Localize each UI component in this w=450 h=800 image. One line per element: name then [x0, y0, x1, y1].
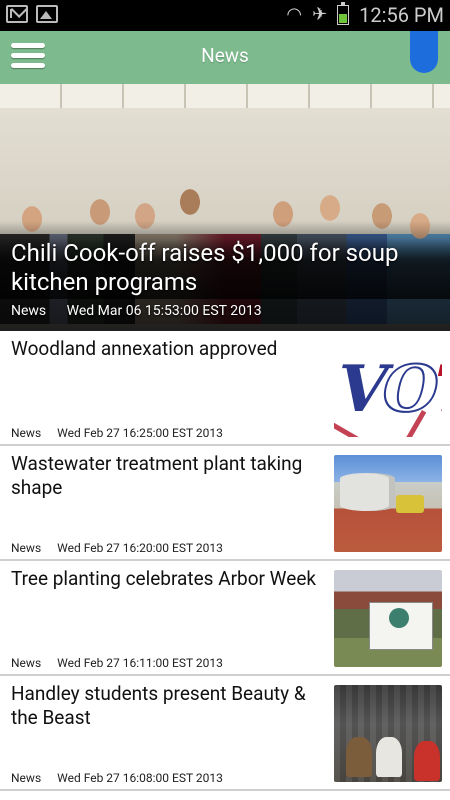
article-source: News — [11, 656, 42, 670]
article-thumbnail-vote: VOT — [334, 340, 442, 437]
article-list: Woodland annexation approved News Wed Fe… — [0, 331, 450, 791]
article-item[interactable]: Handley students present Beauty & the Be… — [0, 676, 450, 791]
featured-article-date: Wed Mar 06 15:53:00 EST 2013 — [66, 303, 262, 319]
gallery-icon — [36, 5, 58, 23]
article-source: News — [11, 426, 42, 440]
system-icons: ◠ ✈ 12:56 PM — [286, 2, 444, 27]
featured-article-source: News — [11, 303, 47, 319]
article-date: Wed Feb 27 16:25:00 EST 2013 — [57, 426, 223, 440]
article-title: Wastewater treatment plant taking shape — [11, 452, 303, 499]
article-item[interactable]: Tree planting celebrates Arbor Week News… — [0, 561, 450, 676]
article-source: News — [11, 541, 42, 555]
article-item[interactable]: Wastewater treatment plant taking shape … — [0, 446, 450, 561]
article-title: Woodland annexation approved — [11, 337, 278, 360]
article-thumbnail-tree-planting — [334, 570, 442, 667]
article-date: Wed Feb 27 16:20:00 EST 2013 — [57, 541, 223, 555]
battery-icon — [337, 2, 350, 25]
scroll-indicator — [410, 31, 438, 73]
article-meta: News Wed Feb 27 16:08:00 EST 2013 — [11, 771, 223, 785]
featured-article-meta: News Wed Mar 06 15:53:00 EST 2013 — [11, 303, 262, 319]
article-date: Wed Feb 27 16:08:00 EST 2013 — [57, 771, 223, 785]
article-meta: News Wed Feb 27 16:11:00 EST 2013 — [11, 656, 223, 670]
article-source: News — [11, 771, 42, 785]
app-bar: News — [0, 31, 450, 85]
article-item[interactable]: Woodland annexation approved News Wed Fe… — [0, 331, 450, 446]
status-bar: ◠ ✈ 12:56 PM — [0, 0, 450, 31]
article-thumbnail-stage-play — [334, 685, 442, 782]
article-date: Wed Feb 27 16:11:00 EST 2013 — [57, 656, 223, 670]
wifi-icon: ◠ — [286, 4, 303, 25]
featured-article-title: Chili Cook-off raises $1,000 for soup ki… — [11, 239, 399, 296]
gmail-icon — [6, 5, 28, 23]
article-meta: News Wed Feb 27 16:25:00 EST 2013 — [11, 426, 223, 440]
article-title: Handley students present Beauty & the Be… — [11, 682, 306, 729]
page-title: News — [201, 44, 249, 67]
article-thumbnail-treatment-plant — [334, 455, 442, 552]
article-title: Tree planting celebrates Arbor Week — [11, 567, 317, 590]
notification-icons — [6, 5, 58, 23]
airplane-mode-icon: ✈ — [312, 4, 328, 25]
article-meta: News Wed Feb 27 16:20:00 EST 2013 — [11, 541, 223, 555]
featured-article[interactable]: Chili Cook-off raises $1,000 for soup ki… — [0, 84, 450, 331]
clock: 12:56 PM — [359, 3, 444, 27]
